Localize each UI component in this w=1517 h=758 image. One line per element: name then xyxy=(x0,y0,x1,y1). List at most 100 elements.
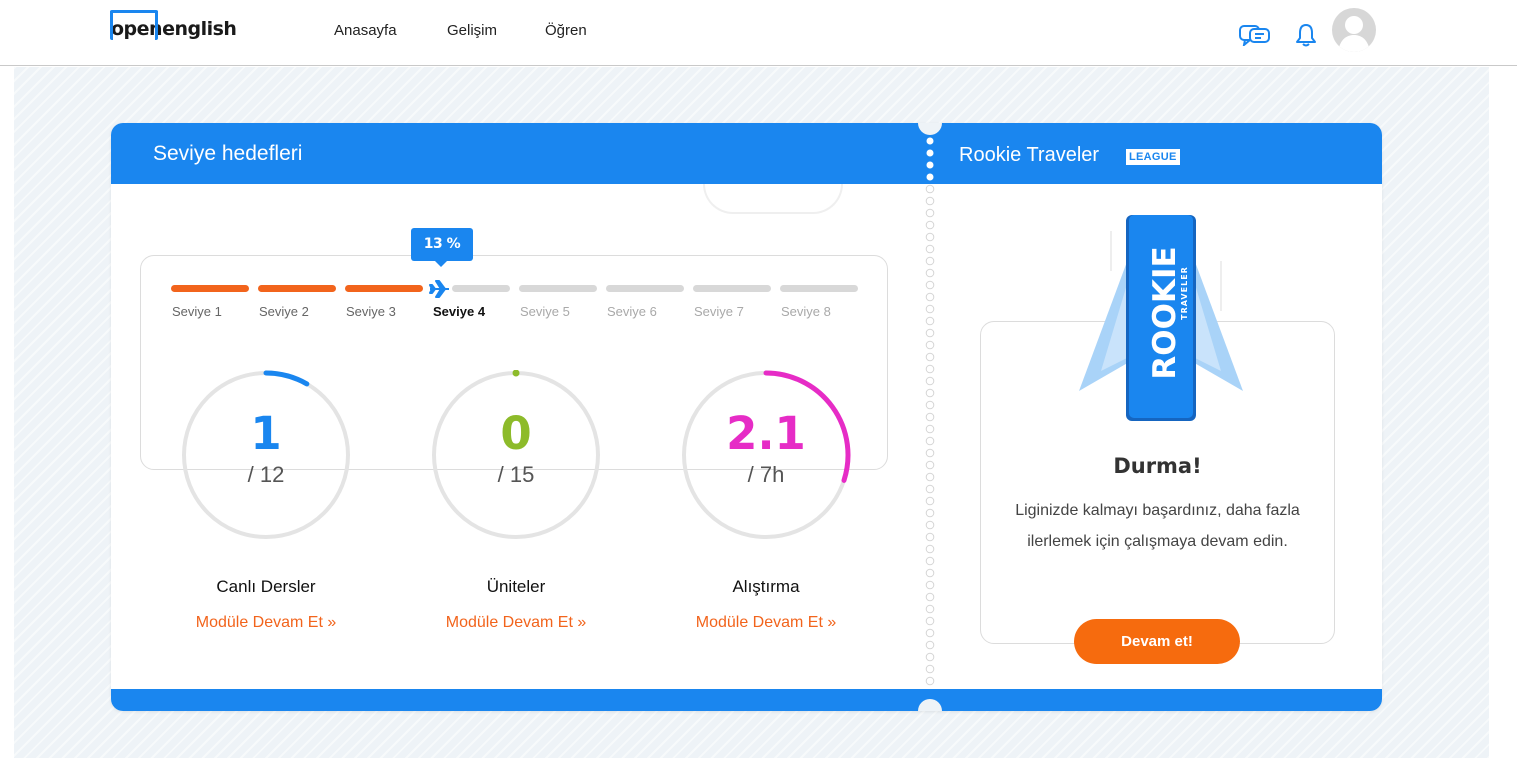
perforation-dot xyxy=(925,196,935,206)
perforation-dot xyxy=(925,256,935,266)
level-goals-title: Seviye hedefleri xyxy=(153,142,303,165)
continue-button[interactable]: Devam et! xyxy=(1074,619,1240,664)
perforation-dot xyxy=(925,328,935,338)
nav-progress-link[interactable]: Gelişim xyxy=(447,22,497,39)
level-progress-segment xyxy=(345,285,423,292)
perforation-dot xyxy=(925,388,935,398)
ticket-perforation xyxy=(925,137,935,686)
level-progress-segment xyxy=(258,285,336,292)
metric-progress-arc xyxy=(263,370,310,387)
metric-total: / 7h xyxy=(747,462,785,487)
perforation-dot xyxy=(925,508,935,518)
metric-total: / 15 xyxy=(497,462,535,487)
perforation-dot xyxy=(925,544,935,554)
continue-module-link[interactable]: Modüle Devam Et » xyxy=(411,614,621,632)
promo-heading: Durma! xyxy=(1113,454,1202,478)
level-label: Seviye 6 xyxy=(607,304,657,319)
level-label: Seviye 8 xyxy=(781,304,831,319)
metric-total: / 12 xyxy=(247,462,285,487)
top-navigation-bar: openenglish Anasayfa Gelişim Öğren xyxy=(0,0,1517,66)
perforation-dot xyxy=(925,412,935,422)
card-footer-band xyxy=(111,689,1382,711)
perforation-dot xyxy=(925,568,935,578)
logo-open-text: open xyxy=(109,10,163,40)
level-progress-segment xyxy=(171,285,249,292)
level-progress-segment xyxy=(606,285,684,292)
level-progress-badge: 13 % xyxy=(411,228,473,267)
perforation-dot xyxy=(925,316,935,326)
perforation-dot xyxy=(925,676,935,686)
level-progress-segment xyxy=(693,285,771,292)
perforation-dot xyxy=(925,604,935,614)
rookie-art-main-text: ROOKIE xyxy=(1147,246,1183,379)
perforation-dot xyxy=(925,556,935,566)
logo-english-text: english xyxy=(162,18,237,40)
metric-title: Alıştırma xyxy=(732,577,800,596)
metric-value: 1 xyxy=(250,407,282,460)
perforation-dot xyxy=(925,496,935,506)
perforation-dot xyxy=(925,280,935,290)
perforation-dot xyxy=(925,592,935,602)
perforation-dot xyxy=(926,149,934,157)
rookie-art-sub-text: TRAVELER xyxy=(1180,266,1189,320)
perforation-dot xyxy=(925,292,935,302)
perforation-dot xyxy=(925,628,935,638)
user-avatar[interactable] xyxy=(1332,8,1376,52)
perforation-dot xyxy=(926,173,934,181)
perforation-dot xyxy=(925,184,935,194)
league-title: Rookie Traveler xyxy=(959,144,1100,166)
openenglish-logo[interactable]: openenglish xyxy=(109,10,237,44)
perforation-dot xyxy=(925,436,935,446)
continue-module-link[interactable]: Modüle Devam Et » xyxy=(161,614,371,632)
rookie-traveler-badge-icon: ROOKIE TRAVELER xyxy=(1079,215,1243,421)
postmark-stamp-decoration xyxy=(703,184,843,214)
airplane-icon xyxy=(429,280,449,298)
perforation-dot xyxy=(925,340,935,350)
level-label: Seviye 1 xyxy=(172,304,222,319)
level-label: Seviye 5 xyxy=(520,304,570,319)
perforation-dot xyxy=(925,652,935,662)
perforation-dot xyxy=(925,376,935,386)
perforation-dot xyxy=(925,448,935,458)
metric-value: 0 xyxy=(500,407,532,460)
progress-card: Seviye hedefleri Rookie Traveler LEAGUE … xyxy=(111,123,1382,711)
nav-home-link[interactable]: Anasayfa xyxy=(334,22,397,39)
continue-module-link[interactable]: Modüle Devam Et » xyxy=(661,614,871,632)
league-badge: LEAGUE xyxy=(1126,149,1180,165)
perforation-dot xyxy=(926,137,934,145)
level-label: Seviye 2 xyxy=(259,304,309,319)
perforation-dot xyxy=(925,304,935,314)
nav-learn-link[interactable]: Öğren xyxy=(545,22,587,39)
metric-value: 2.1 xyxy=(726,407,806,460)
perforation-dot xyxy=(925,244,935,254)
perforation-dot xyxy=(925,640,935,650)
perforation-dot xyxy=(925,460,935,470)
level-progress-segment xyxy=(452,285,510,292)
perforation-dot xyxy=(925,520,935,530)
perforation-dot xyxy=(925,472,935,482)
bell-icon[interactable] xyxy=(1295,23,1317,47)
metric-title: Canlı Dersler xyxy=(216,577,316,596)
level-label: Seviye 7 xyxy=(694,304,744,319)
perforation-dot xyxy=(925,424,935,434)
level-label: Seviye 4 xyxy=(433,304,486,319)
perforation-dot xyxy=(925,352,935,362)
metric-title: Üniteler xyxy=(486,577,546,596)
perforation-dot xyxy=(925,364,935,374)
perforation-dot xyxy=(925,208,935,218)
avatar-silhouette-icon xyxy=(1338,16,1370,52)
perforation-dot xyxy=(925,232,935,242)
perforation-dot xyxy=(925,220,935,230)
perforation-dot xyxy=(925,664,935,674)
level-label: Seviye 3 xyxy=(346,304,396,319)
promo-text: Liginizde kalmayı başardınız, daha fazla… xyxy=(1015,502,1300,550)
perforation-dot xyxy=(925,580,935,590)
perforation-dot xyxy=(925,400,935,410)
perforation-dot xyxy=(925,268,935,278)
chat-icon[interactable] xyxy=(1239,24,1271,46)
perforation-dot xyxy=(925,616,935,626)
perforation-dot xyxy=(925,532,935,542)
perforation-dot xyxy=(925,484,935,494)
perforation-dot xyxy=(926,161,934,169)
level-progress-segment xyxy=(519,285,597,292)
